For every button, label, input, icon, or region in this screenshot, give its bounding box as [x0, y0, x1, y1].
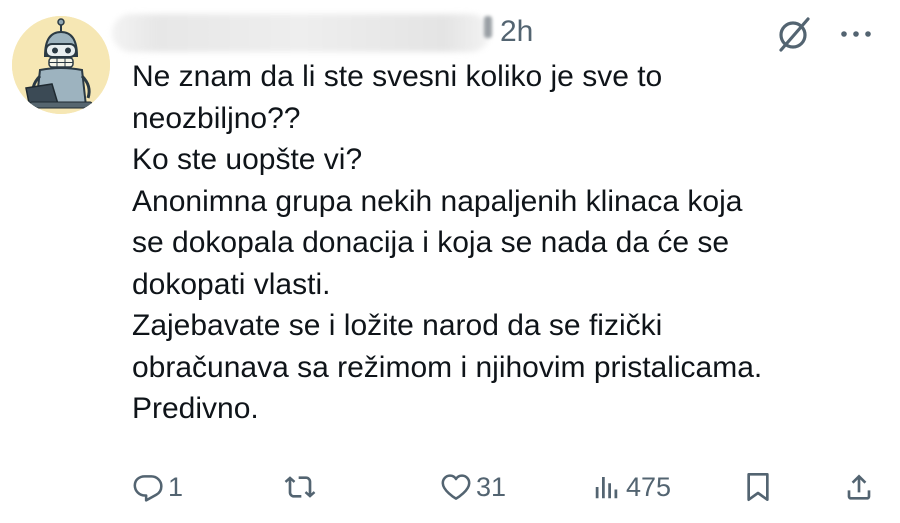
tweet-text-line: Predivno.: [132, 392, 259, 425]
tweet-card[interactable]: 2h Ne znam da li ste svesni koliko je sv…: [0, 0, 900, 523]
reply-count: 1: [168, 472, 184, 502]
grok-button[interactable]: [773, 14, 817, 54]
views-button[interactable]: 475: [592, 462, 671, 512]
reply-button[interactable]: 1: [132, 462, 183, 512]
bookmark-button[interactable]: [742, 462, 774, 512]
grok-icon: [779, 17, 810, 52]
tweet-text-line: Zajebavate se i ložite narod da se fizič…: [132, 309, 663, 342]
tweet-actions-bar: 1 31 475: [0, 462, 900, 512]
tweet-text-line: dokopati vlasti.: [132, 267, 331, 301]
tweet-text-line: obračunava sa režimom i njihovim pristal…: [132, 350, 763, 384]
more-options-button[interactable]: [834, 18, 878, 50]
share-icon: [847, 474, 871, 500]
avatar[interactable]: [12, 16, 110, 114]
retweet-icon: [284, 476, 316, 498]
username-redacted: [112, 14, 490, 52]
tweet-text: Ne znam da li ste svesni koliko je sve t…: [132, 56, 892, 430]
more-icon: [841, 31, 871, 37]
like-button[interactable]: 31: [440, 462, 506, 512]
share-button[interactable]: [843, 462, 875, 512]
robot-avatar-icon: [12, 16, 110, 114]
tweet-text-line: Ko ste uopšte vi?: [132, 143, 363, 176]
username-redacted-mark: [484, 16, 492, 38]
views-count: 475: [626, 472, 672, 502]
bookmark-icon: [747, 473, 769, 501]
retweet-button[interactable]: [282, 462, 318, 512]
tweet-text-line: Anonimna grupa nekih napaljenih klinaca …: [132, 184, 743, 218]
reply-icon: [133, 475, 163, 502]
tweet-text-line: neozbiljno??: [132, 101, 301, 135]
tweet-time[interactable]: 2h: [500, 12, 533, 52]
like-count: 31: [476, 472, 507, 502]
heart-icon: [441, 474, 471, 500]
tweet-text-line: Ne znam da li ste svesni koliko je sve t…: [132, 60, 663, 93]
views-icon: [595, 477, 618, 499]
tweet-text-line: se dokopala donacija i koja se nada da ć…: [132, 226, 730, 259]
